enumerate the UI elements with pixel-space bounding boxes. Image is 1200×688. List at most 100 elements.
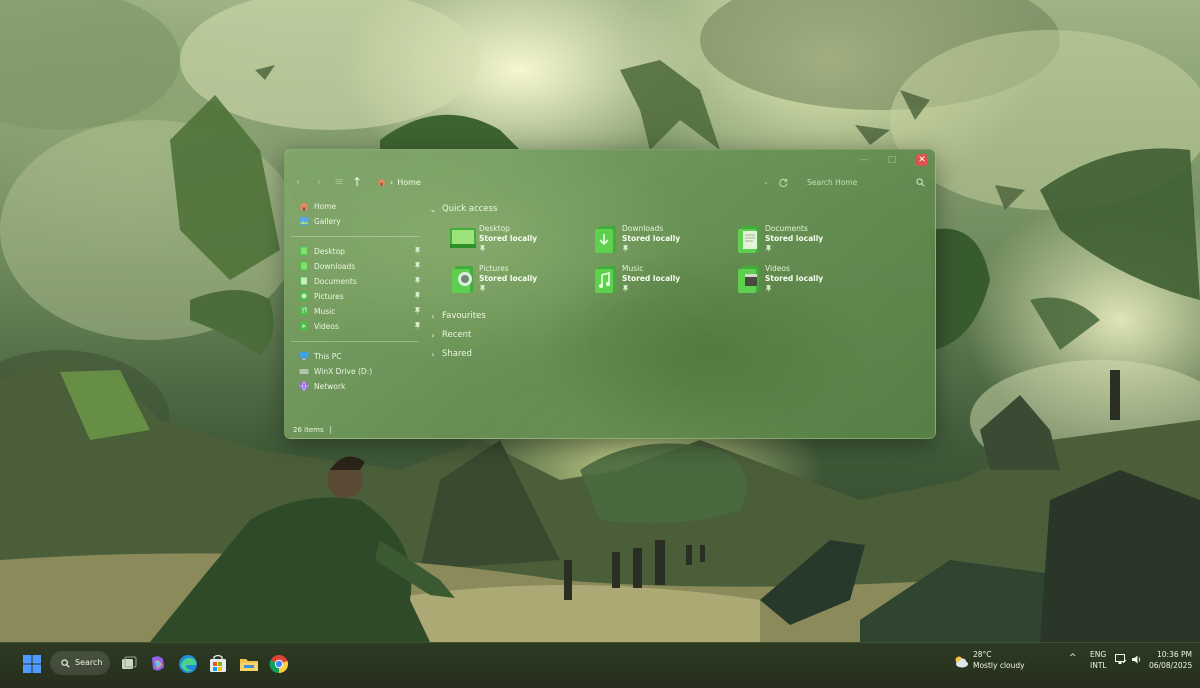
item-status: Stored locally: [479, 274, 538, 283]
documents-icon: [300, 276, 308, 286]
file-explorer-icon[interactable]: [238, 653, 260, 675]
clock-date[interactable]: 06/08/2025: [1149, 661, 1192, 670]
search-box[interactable]: [799, 174, 925, 190]
shared-header[interactable]: › Shared: [429, 347, 472, 361]
downloads-icon: [300, 261, 308, 271]
sidebar-item-label: Gallery: [314, 216, 341, 226]
search-icon: [916, 178, 925, 187]
network-icon: [299, 381, 309, 391]
sidebar-item-label: Home: [314, 201, 337, 211]
breadcrumb-home[interactable]: Home: [397, 178, 421, 187]
quick-access-videos[interactable]: Videos Stored locally: [735, 264, 875, 298]
network-status-icon[interactable]: [1115, 654, 1127, 665]
search-input[interactable]: [807, 174, 907, 190]
item-name: Desktop: [479, 224, 510, 233]
gallery-icon: [299, 217, 309, 225]
input-language-layout[interactable]: INTL: [1090, 661, 1107, 670]
sidebar-item-gallery[interactable]: Gallery: [299, 214, 423, 228]
forward-button[interactable]: ›: [312, 175, 326, 189]
item-status: Stored locally: [622, 274, 681, 283]
this-pc-icon: [299, 352, 309, 360]
section-label: Recent: [442, 330, 472, 340]
file-explorer-window: — □ ✕ ‹ › ≡ ↑ › Home ⌄ Search Home Home …: [284, 149, 936, 439]
address-toolbar: ‹ › ≡ ↑ › Home ⌄: [285, 172, 935, 192]
sidebar-item-home[interactable]: Home: [299, 199, 423, 213]
address-dropdown-icon[interactable]: ⌄: [763, 178, 769, 186]
microsoft-store-icon[interactable]: [207, 653, 229, 675]
item-status: Stored locally: [765, 234, 824, 243]
breadcrumb-separator: ›: [390, 177, 394, 187]
pin-icon: [414, 307, 421, 314]
item-status: Stored locally: [479, 234, 538, 243]
favourites-header[interactable]: › Favourites: [429, 309, 485, 323]
pin-icon: [622, 245, 629, 252]
content-pane: ⌄ Quick access Desktop Stored locally Do…: [429, 199, 929, 399]
minimize-button[interactable]: —: [857, 154, 871, 166]
quick-access-downloads[interactable]: Downloads Stored locally: [592, 224, 732, 258]
maximize-button[interactable]: □: [885, 154, 899, 166]
sidebar-item-label: WinX Drive (D:): [314, 366, 373, 376]
navigation-pane: Home Gallery Desktop Downloads Documents: [285, 199, 425, 399]
input-language-primary[interactable]: ENG: [1090, 650, 1106, 659]
recent-locations-button[interactable]: ≡: [332, 175, 346, 189]
sidebar-item-label: Music: [314, 306, 336, 316]
sidebar-item-this-pc[interactable]: This PC: [299, 349, 423, 363]
sidebar-item-drive[interactable]: WinX Drive (D:): [299, 364, 423, 378]
recent-header[interactable]: › Recent: [429, 328, 471, 342]
search-label: Search: [75, 658, 103, 667]
section-label: Shared: [442, 349, 472, 359]
chrome-browser-icon[interactable]: [268, 653, 290, 675]
pin-icon: [765, 245, 772, 252]
chevron-right-icon: ›: [431, 330, 435, 340]
copilot-icon[interactable]: [147, 653, 169, 675]
quick-access-documents[interactable]: Documents Stored locally: [735, 224, 875, 258]
sidebar-item-music[interactable]: Music: [299, 304, 423, 318]
desktop-icon: [300, 246, 308, 256]
pin-icon: [479, 245, 486, 252]
quick-access-pictures[interactable]: Pictures Stored locally: [449, 264, 589, 298]
task-view-icon[interactable]: [118, 653, 140, 675]
quick-access-music[interactable]: Music Stored locally: [592, 264, 732, 298]
status-separator: [329, 426, 331, 434]
sidebar-item-desktop[interactable]: Desktop: [299, 244, 423, 258]
quick-access-header[interactable]: ⌄ Quick access: [429, 202, 498, 216]
sidebar-item-downloads[interactable]: Downloads: [299, 259, 423, 273]
item-status: Stored locally: [622, 234, 681, 243]
edge-browser-icon[interactable]: [177, 653, 199, 675]
desktop-folder-icon: [450, 228, 476, 248]
sidebar-item-videos[interactable]: Videos: [299, 319, 423, 333]
sidebar-item-label: Desktop: [314, 246, 345, 256]
pin-icon: [414, 247, 421, 254]
sidebar-divider: [291, 341, 419, 342]
weather-widget[interactable]: 28°C Mostly cloudy: [953, 650, 1043, 678]
up-button[interactable]: ↑: [350, 175, 364, 189]
pictures-folder-icon: [452, 266, 473, 293]
sidebar-item-network[interactable]: Network: [299, 379, 423, 393]
videos-icon: [300, 321, 308, 331]
documents-folder-icon: [738, 226, 759, 253]
close-button[interactable]: ✕: [916, 154, 928, 166]
downloads-folder-icon: [595, 226, 616, 253]
item-status: Stored locally: [765, 274, 824, 283]
back-button[interactable]: ‹: [291, 175, 305, 189]
refresh-icon[interactable]: [779, 178, 788, 187]
start-button-icon[interactable]: [21, 653, 43, 675]
sidebar-item-label: Videos: [314, 321, 339, 331]
sidebar-item-label: Downloads: [314, 261, 356, 271]
sidebar-item-label: This PC: [314, 351, 342, 361]
breadcrumb[interactable]: › Home: [377, 175, 421, 189]
quick-access-desktop[interactable]: Desktop Stored locally: [449, 224, 589, 258]
sidebar-item-documents[interactable]: Documents: [299, 274, 423, 288]
volume-icon[interactable]: [1131, 654, 1142, 665]
chevron-right-icon: ›: [431, 311, 435, 321]
show-hidden-icons-button[interactable]: ^: [1069, 653, 1077, 663]
clock-time[interactable]: 10:36 PM: [1157, 650, 1192, 659]
title-bar[interactable]: — □ ✕: [285, 150, 935, 170]
drive-icon: [299, 369, 309, 374]
sidebar-item-label: Documents: [314, 276, 357, 286]
taskbar: Search 28°C Mostly cloudy ^ ENG INTL 10:…: [0, 642, 1200, 688]
sidebar-item-pictures[interactable]: Pictures: [299, 289, 423, 303]
pictures-icon: [300, 291, 308, 301]
item-name: Videos: [765, 264, 790, 273]
taskbar-search-button[interactable]: Search: [50, 651, 110, 675]
